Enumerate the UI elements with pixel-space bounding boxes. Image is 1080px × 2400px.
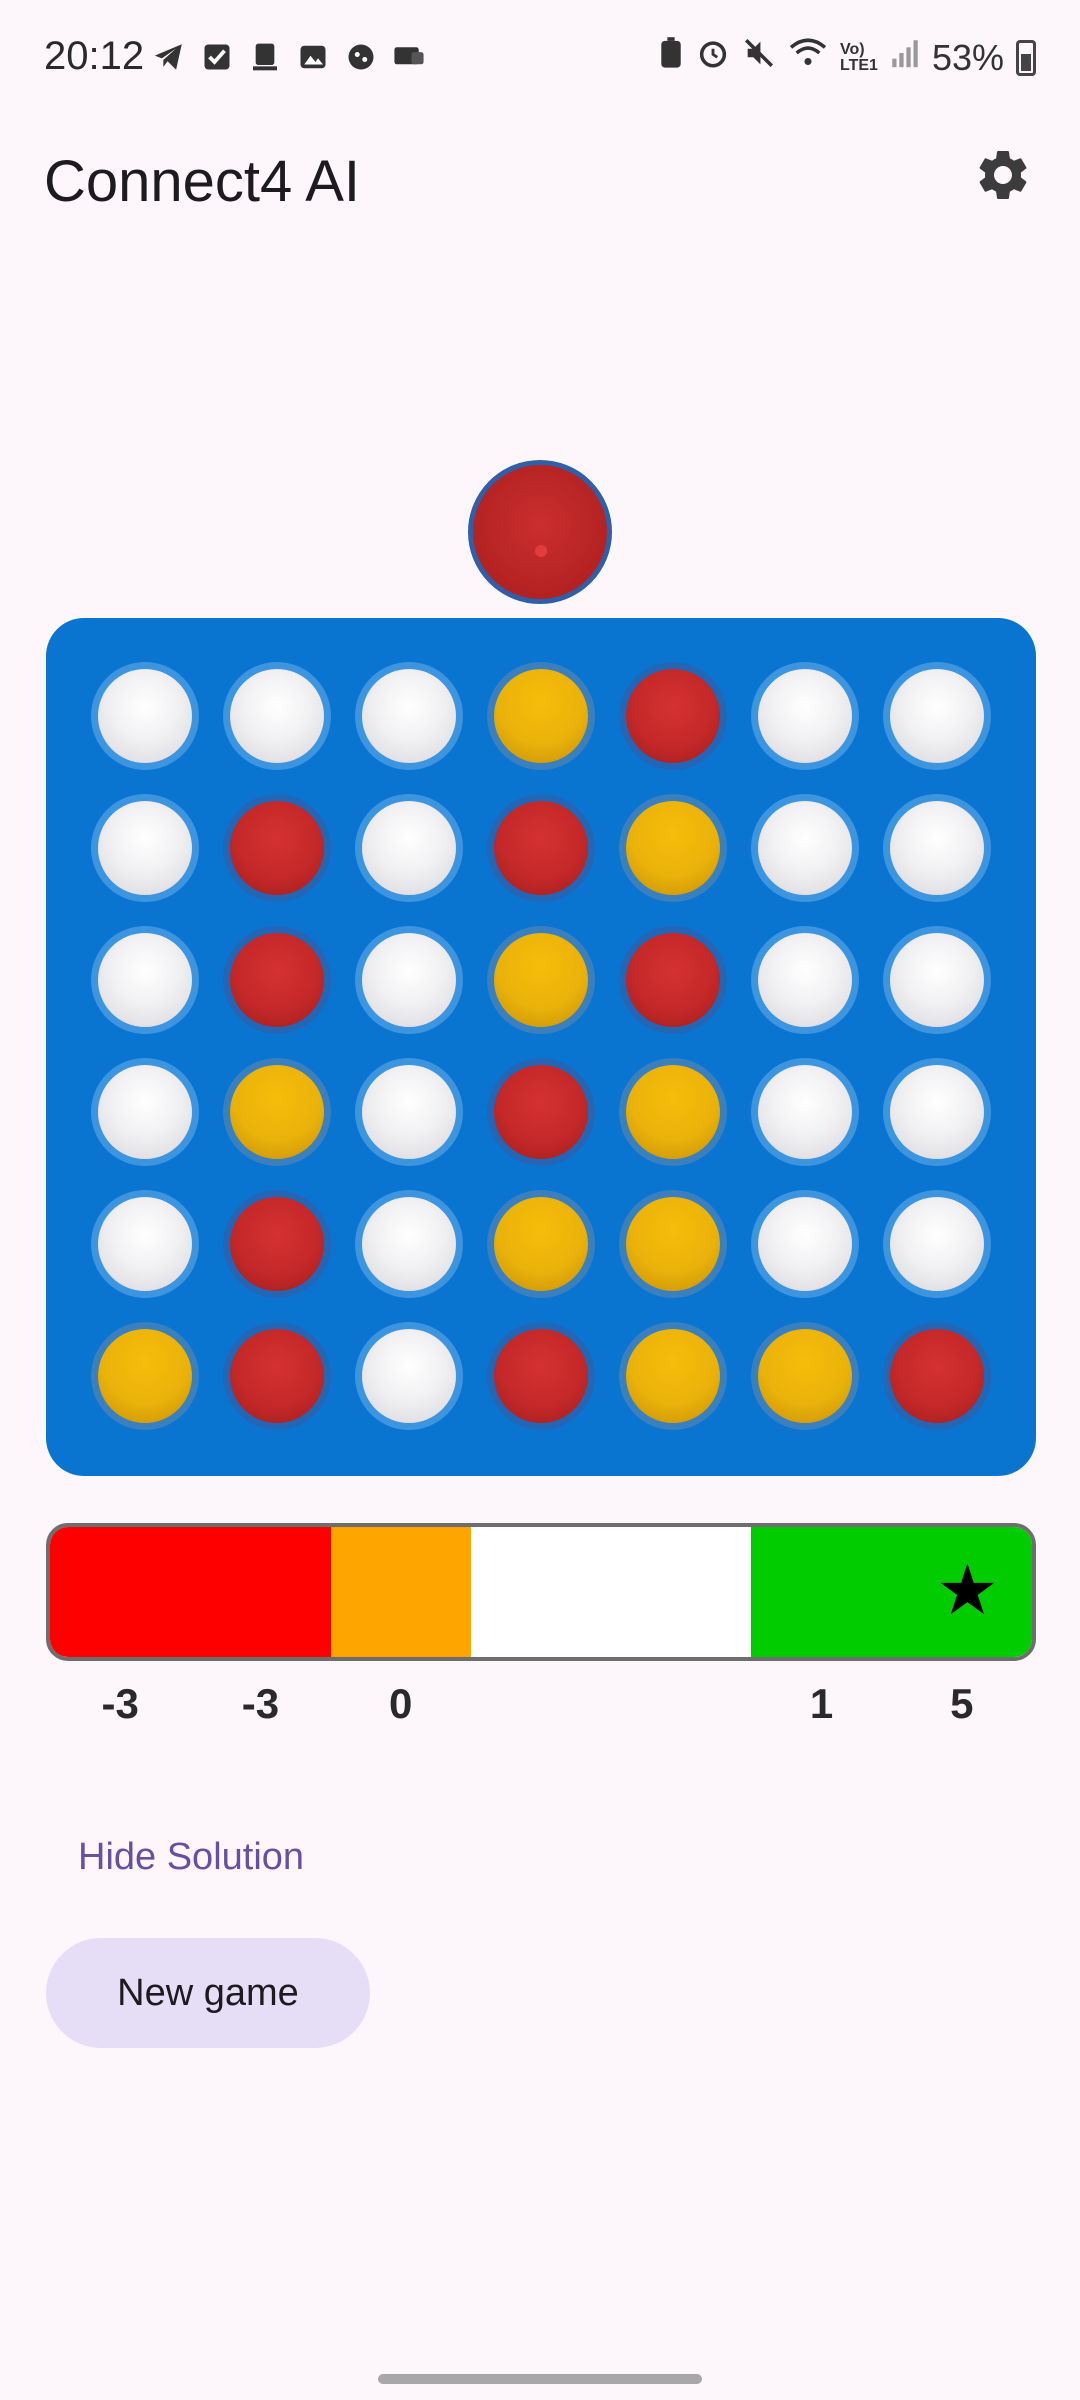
volte-icon: Vo) LTE1: [840, 40, 878, 74]
board-cell-r5-c2-red[interactable]: [223, 1190, 331, 1298]
board-cell-r4-c2-yellow[interactable]: [223, 1058, 331, 1166]
preview-dot: [535, 545, 547, 557]
board-cell-r3-c6-empty[interactable]: [751, 926, 859, 1034]
notification-icons: [152, 40, 426, 74]
board-cell-r6-c7-red[interactable]: [883, 1322, 991, 1430]
message-icon: [392, 40, 426, 74]
notification-icon: [248, 40, 282, 74]
board-cell-r1-c7-empty[interactable]: [883, 662, 991, 770]
board-cell-r3-c4-yellow[interactable]: [487, 926, 595, 1034]
new-game-button[interactable]: New game: [46, 1938, 370, 2048]
next-disc-preview[interactable]: [468, 460, 612, 604]
navigation-handle[interactable]: [378, 2374, 702, 2384]
gear-icon: [979, 151, 1027, 199]
status-time: 20:12: [44, 34, 145, 78]
board-cell-r2-c6-empty[interactable]: [751, 794, 859, 902]
wifi-icon: [788, 36, 828, 79]
board-cell-r1-c1-empty[interactable]: [91, 662, 199, 770]
board-cell-r4-c5-yellow[interactable]: [619, 1058, 727, 1166]
board-cell-r6-c5-yellow[interactable]: [619, 1322, 727, 1430]
board-cell-r5-c6-empty[interactable]: [751, 1190, 859, 1298]
board-cell-r4-c7-empty[interactable]: [883, 1058, 991, 1166]
board-cell-r6-c6-yellow[interactable]: [751, 1322, 859, 1430]
board-cell-r4-c3-empty[interactable]: [355, 1058, 463, 1166]
board-cell-r5-c3-empty[interactable]: [355, 1190, 463, 1298]
battery-percent: 53%: [931, 36, 1004, 78]
app-title: Connect4 AI: [44, 149, 360, 214]
board-cell-r1-c2-empty[interactable]: [223, 662, 331, 770]
evaluation-segment-1: [50, 1527, 331, 1657]
settings-button[interactable]: [968, 140, 1038, 210]
board-cell-r2-c3-empty[interactable]: [355, 794, 463, 902]
board-cell-r2-c5-yellow[interactable]: [619, 794, 727, 902]
board-cell-r1-c5-red[interactable]: [619, 662, 727, 770]
battery-icon: [1016, 39, 1036, 76]
signal-icon: [890, 36, 920, 79]
check-icon: [200, 40, 234, 74]
alarm-icon: [696, 36, 730, 79]
board-cell-r1-c3-empty[interactable]: [355, 662, 463, 770]
board-cell-r2-c7-empty[interactable]: [883, 794, 991, 902]
board-cell-r5-c7-empty[interactable]: [883, 1190, 991, 1298]
telegram-icon: [152, 40, 186, 74]
system-icons: Vo) LTE1 53%: [658, 36, 1036, 79]
board-cell-r6-c1-yellow[interactable]: [91, 1322, 199, 1430]
board-cell-r3-c1-empty[interactable]: [91, 926, 199, 1034]
game-board[interactable]: [46, 618, 1036, 1476]
board-cell-r2-c2-red[interactable]: [223, 794, 331, 902]
board-cell-r5-c5-yellow[interactable]: [619, 1190, 727, 1298]
board-cell-r5-c4-yellow[interactable]: [487, 1190, 595, 1298]
board-cell-r6-c3-empty[interactable]: [355, 1322, 463, 1430]
board-cell-r1-c4-yellow[interactable]: [487, 662, 595, 770]
column-score-2: -3: [241, 1680, 280, 1727]
hide-solution-button[interactable]: Hide Solution: [78, 1836, 304, 1879]
game-icon: [344, 40, 378, 74]
board-cell-r1-c6-empty[interactable]: [751, 662, 859, 770]
board-cell-r4-c6-empty[interactable]: [751, 1058, 859, 1166]
board-cell-r2-c4-red[interactable]: [487, 794, 595, 902]
status-bar: 20:12 Vo) LTE1 53%: [0, 0, 1080, 120]
evaluation-bar: ★: [46, 1523, 1036, 1661]
board-cell-r3-c7-empty[interactable]: [883, 926, 991, 1034]
board-cell-r4-c1-empty[interactable]: [91, 1058, 199, 1166]
column-score-1: -3: [101, 1680, 139, 1727]
board-cell-r4-c4-red[interactable]: [487, 1058, 595, 1166]
board-cell-r3-c3-empty[interactable]: [355, 926, 463, 1034]
board-cell-r6-c4-red[interactable]: [487, 1322, 595, 1430]
battery-saver-icon: [658, 36, 684, 79]
board-cell-r3-c5-red[interactable]: [619, 926, 727, 1034]
board-cell-r3-c2-red[interactable]: [223, 926, 331, 1034]
board-cell-r2-c1-empty[interactable]: [91, 794, 199, 902]
board-cell-r5-c1-empty[interactable]: [91, 1190, 199, 1298]
column-score-6: 1: [809, 1680, 834, 1727]
image-icon: [296, 40, 330, 74]
mute-icon: [742, 36, 776, 79]
column-score-3: 0: [389, 1680, 413, 1727]
evaluation-segment-2: [330, 1527, 471, 1657]
star-icon: ★: [936, 1551, 999, 1629]
column-score-7: 5: [950, 1680, 974, 1727]
board-cell-r6-c2-red[interactable]: [223, 1322, 331, 1430]
evaluation-segment-3: [470, 1527, 752, 1657]
